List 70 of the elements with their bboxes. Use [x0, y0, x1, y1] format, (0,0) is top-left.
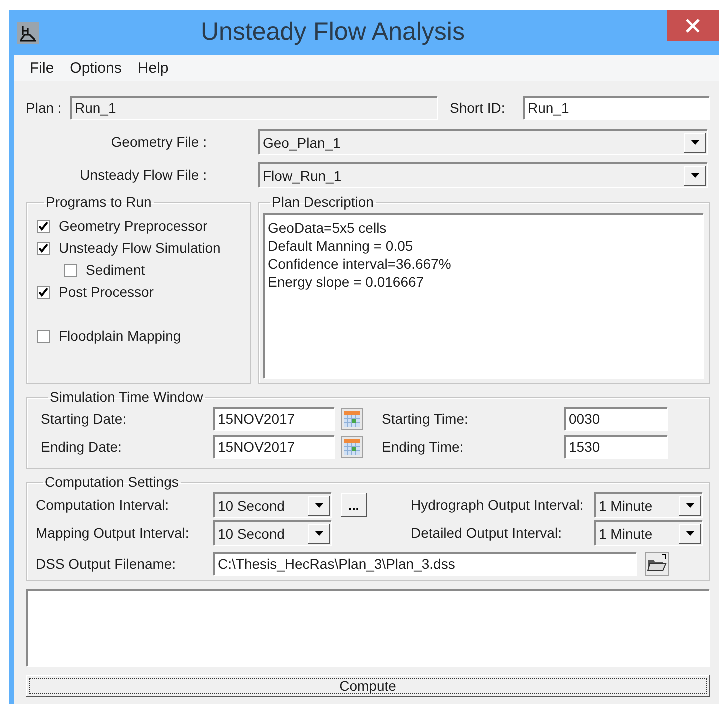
checkbox[interactable]	[64, 264, 77, 276]
caret-icon	[314, 531, 324, 536]
date-label: Starting Date:	[41, 411, 128, 427]
checkbox-label: Floodplain Mapping	[59, 328, 182, 344]
plan-label: Plan :	[26, 100, 63, 116]
close-icon	[686, 18, 700, 32]
unsteady-flow-file-label: Unsteady Flow File :	[79, 167, 207, 183]
date-label: Ending Date:	[41, 439, 123, 455]
checkbox-label: Geometry Preprocessor	[59, 218, 208, 234]
interval-label: Detailed Output Interval:	[411, 525, 563, 541]
checkbox-label: Sediment	[86, 262, 146, 278]
caret-icon	[686, 531, 694, 536]
folder-icon[interactable]	[645, 552, 669, 576]
app-icon	[17, 22, 39, 44]
dropdown-arrow-button[interactable]	[308, 496, 330, 516]
description-text-area[interactable]: GeoData=5x5 cells Default Manning = 0.05 Confidence interval=36.667% Energy slope = 0.016667	[263, 213, 704, 379]
interval-label: Computation Interval:	[36, 497, 170, 513]
geometry-file-label: Geometry File :	[110, 134, 207, 150]
checkbox-label: Unsteady Flow Simulation	[59, 240, 221, 256]
dropdown-arrow-button[interactable]	[679, 496, 701, 516]
time-label: Ending Time:	[382, 439, 465, 455]
checkbox-label: Post Processor	[59, 284, 154, 300]
caret-icon	[314, 503, 324, 508]
interval-dropdown[interactable]: 1 Minute	[594, 520, 703, 546]
description-line: Default Manning = 0.05	[268, 237, 414, 255]
caret-icon	[690, 140, 700, 145]
dropdown-arrow-button[interactable]	[684, 132, 706, 152]
group-title: Plan Description	[271, 195, 375, 210]
time-field[interactable]: 0030	[564, 407, 668, 431]
menu-item[interactable]: Options	[62, 60, 130, 76]
check-icon	[38, 286, 49, 298]
window-title: Unsteady Flow Analysis	[200, 18, 466, 47]
description-line: Energy slope = 0.016667	[268, 273, 426, 291]
more-button[interactable]: ...	[341, 493, 367, 517]
interval-dropdown[interactable]: 10 Second	[213, 492, 332, 518]
checkbox[interactable]	[37, 220, 50, 232]
dss-filename-field[interactable]: C:\Thesis_HecRas\Plan_3\Plan_3.dss	[213, 552, 637, 576]
description-line: Confidence interval=36.667%	[268, 255, 452, 273]
interval-dropdown[interactable]: 10 Second	[213, 520, 332, 546]
dropdown-arrow-button[interactable]	[679, 524, 701, 544]
dropdown-arrow-button[interactable]	[308, 524, 330, 544]
interval-label: Mapping Output Interval:	[36, 525, 190, 541]
short-id-label: Short ID:	[450, 100, 506, 116]
menu-item[interactable]: Help	[130, 60, 177, 76]
date-field[interactable]: 15NOV2017	[213, 435, 335, 459]
compute-button[interactable]: Compute	[26, 675, 710, 697]
output-text-area[interactable]	[26, 589, 710, 667]
dss-filename-label: DSS Output Filename:	[36, 556, 178, 572]
unsteady-flow-file-dropdown[interactable]: Flow_Run_1	[258, 162, 708, 188]
checkbox[interactable]	[37, 286, 50, 298]
caret-icon	[686, 503, 694, 508]
checkbox[interactable]	[37, 242, 50, 254]
group-title: Programs to Run	[45, 195, 153, 210]
close-button[interactable]	[667, 10, 719, 41]
checkbox[interactable]	[37, 330, 50, 342]
short-id-field[interactable]: Run_1	[523, 96, 710, 120]
time-field[interactable]: 1530	[564, 435, 668, 459]
geometry-file-dropdown[interactable]: Geo_Plan_1	[258, 129, 708, 155]
date-field[interactable]: 15NOV2017	[213, 407, 335, 431]
group-title: Computation Settings	[44, 475, 180, 490]
interval-label: Hydrograph Output Interval:	[411, 497, 585, 513]
dropdown-arrow-button[interactable]	[684, 166, 706, 186]
menu-item[interactable]: File	[22, 60, 62, 76]
check-icon	[38, 242, 49, 254]
check-icon	[38, 220, 49, 232]
group-title: Simulation Time Window	[49, 390, 204, 405]
description-line: GeoData=5x5 cells	[268, 219, 388, 237]
interval-dropdown[interactable]: 1 Minute	[594, 492, 703, 518]
caret-icon	[690, 173, 700, 178]
time-label: Starting Time:	[382, 411, 470, 427]
